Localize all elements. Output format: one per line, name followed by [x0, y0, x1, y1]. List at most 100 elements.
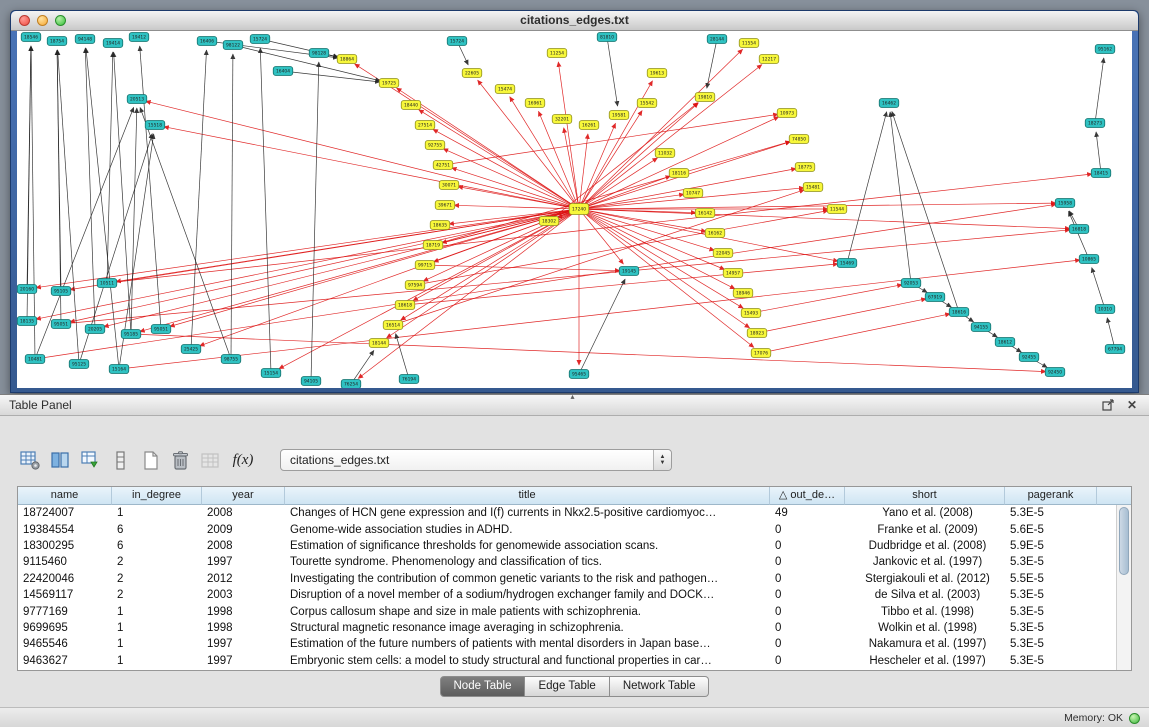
- table-cell: Yano et al. (2008): [845, 507, 1005, 519]
- close-window-button[interactable]: [19, 15, 30, 26]
- table-cell: 9115460: [18, 556, 112, 568]
- svg-text:16514: 16514: [386, 323, 400, 329]
- svg-text:16818: 16818: [1072, 227, 1086, 233]
- network-canvas[interactable]: 1854618754941481941419412164069812215724…: [17, 31, 1132, 388]
- table-cell: 5.3E-5: [1005, 507, 1097, 519]
- table-row[interactable]: 969969511998Structural magnetic resonanc…: [18, 620, 1116, 636]
- table-cell: 1998: [202, 622, 285, 634]
- svg-text:95465: 95465: [572, 372, 586, 378]
- table-cell: Disruption of a novel member of a sodium…: [285, 589, 770, 601]
- table-cell: 6: [112, 524, 202, 536]
- table-vertical-scrollbar[interactable]: [1116, 505, 1131, 670]
- show-columns-icon[interactable]: [48, 448, 73, 473]
- panel-splitter-handle[interactable]: ▴: [571, 393, 575, 401]
- table-row[interactable]: 977716911998Corpus callosum shape and si…: [18, 603, 1116, 619]
- tab-node-table[interactable]: Node Table: [440, 676, 526, 697]
- svg-text:19581: 19581: [612, 113, 626, 119]
- table-cell: Jankovic et al. (1997): [845, 556, 1005, 568]
- table-cell: Tibbo et al. (1998): [845, 606, 1005, 618]
- dropdown-stepper-icon[interactable]: ▲▼: [653, 450, 671, 470]
- svg-text:95125: 95125: [72, 362, 86, 368]
- svg-text:15724: 15724: [253, 37, 267, 43]
- table-cell: 1: [112, 622, 202, 634]
- svg-text:95105: 95105: [54, 289, 68, 295]
- import-table-icon[interactable]: [78, 448, 103, 473]
- svg-text:18923: 18923: [750, 331, 764, 337]
- svg-text:18719: 18719: [426, 243, 440, 249]
- svg-text:15542: 15542: [640, 101, 654, 107]
- table-cell: 5.5E-5: [1005, 573, 1097, 585]
- svg-text:10865: 10865: [1082, 257, 1096, 263]
- svg-text:99715: 99715: [418, 263, 432, 269]
- table-cell: 5.3E-5: [1005, 589, 1097, 601]
- float-panel-icon[interactable]: [1100, 397, 1116, 413]
- table-row[interactable]: 2242004622012Investigating the contribut…: [18, 571, 1116, 587]
- svg-text:19810: 19810: [698, 95, 712, 101]
- table-cell: 9463627: [18, 655, 112, 667]
- table-cell: 2: [112, 589, 202, 601]
- table-cell: 1: [112, 655, 202, 667]
- table-cell: 9699695: [18, 622, 112, 634]
- table-cell: 5.9E-5: [1005, 540, 1097, 552]
- table-cell: 2008: [202, 540, 285, 552]
- svg-text:10747: 10747: [686, 191, 700, 197]
- table-cell: 5.3E-5: [1005, 556, 1097, 568]
- svg-text:94155: 94155: [974, 325, 988, 331]
- column-header-name[interactable]: name: [18, 487, 112, 505]
- svg-text:17240: 17240: [572, 207, 586, 213]
- svg-text:18440: 18440: [404, 103, 418, 109]
- table-cell: 22420046: [18, 573, 112, 585]
- column-header-in-degree[interactable]: in_degree: [112, 487, 202, 505]
- table-row[interactable]: 1872400712008Changes of HCN gene express…: [18, 505, 1116, 521]
- tab-edge-table[interactable]: Edge Table: [525, 676, 609, 697]
- close-panel-icon[interactable]: ✕: [1124, 397, 1140, 413]
- column-header-short[interactable]: short: [845, 487, 1005, 505]
- network-graph[interactable]: 1854618754941481941419412164069812215724…: [17, 31, 1132, 388]
- column-header-title[interactable]: title: [285, 487, 770, 505]
- svg-text:98128: 98128: [312, 51, 326, 57]
- svg-text:16404: 16404: [276, 69, 290, 75]
- column-header-pagerank[interactable]: pagerank: [1005, 487, 1097, 505]
- svg-text:18616: 18616: [952, 310, 966, 316]
- svg-text:67919: 67919: [928, 295, 942, 301]
- window-titlebar[interactable]: citations_edges.txt: [11, 11, 1138, 31]
- minimize-window-button[interactable]: [37, 15, 48, 26]
- table-row[interactable]: 1938455462009Genome-wide association stu…: [18, 521, 1116, 537]
- svg-text:16261: 16261: [582, 123, 596, 129]
- table-cell: 1: [112, 638, 202, 650]
- table-row[interactable]: 1830029562008Estimation of significance …: [18, 538, 1116, 554]
- table-cell: 0: [770, 638, 845, 650]
- table-cell: 6: [112, 540, 202, 552]
- zoom-window-button[interactable]: [55, 15, 66, 26]
- column-header-out-de-[interactable]: △ out_de…: [770, 487, 845, 505]
- svg-text:18864: 18864: [340, 57, 354, 63]
- table-cell: 1997: [202, 556, 285, 568]
- svg-text:19145: 19145: [622, 269, 636, 275]
- status-bar: Memory: OK: [0, 707, 1149, 727]
- panel-title: Table Panel: [9, 398, 72, 412]
- row-tools-icon[interactable]: [108, 448, 133, 473]
- svg-text:17076: 17076: [754, 351, 768, 357]
- svg-text:28144: 28144: [710, 37, 724, 43]
- delete-table-icon[interactable]: [168, 448, 193, 473]
- function-builder-icon[interactable]: f(x): [228, 452, 258, 469]
- column-header-year[interactable]: year: [202, 487, 285, 505]
- tab-network-table[interactable]: Network Table: [610, 676, 710, 697]
- new-table-icon[interactable]: [138, 448, 163, 473]
- table-cell: Hescheler et al. (1997): [845, 655, 1005, 667]
- table-options-icon[interactable]: [18, 448, 43, 473]
- svg-text:18546: 18546: [24, 35, 38, 41]
- table-cell: Genome-wide association studies in ADHD.: [285, 524, 770, 536]
- table-row[interactable]: 946362711997Embryonic stem cells: a mode…: [18, 653, 1116, 669]
- svg-text:10973: 10973: [780, 111, 794, 117]
- table-row[interactable]: 1456911722003Disruption of a novel membe…: [18, 587, 1116, 603]
- svg-text:74850: 74850: [792, 137, 806, 143]
- scrollbar-thumb[interactable]: [1119, 507, 1129, 575]
- table-cell: 9777169: [18, 606, 112, 618]
- table-selector-dropdown[interactable]: citations_edges.txt ▲▼: [280, 449, 672, 471]
- svg-text:15518: 15518: [148, 123, 162, 129]
- table-toolbar: f(x) citations_edges.txt ▲▼: [18, 445, 672, 475]
- table-row[interactable]: 946554611997Estimation of the future num…: [18, 636, 1116, 652]
- memory-status-label: Memory: OK: [1064, 712, 1123, 724]
- table-row[interactable]: 911546021997Tourette syndrome. Phenomeno…: [18, 554, 1116, 570]
